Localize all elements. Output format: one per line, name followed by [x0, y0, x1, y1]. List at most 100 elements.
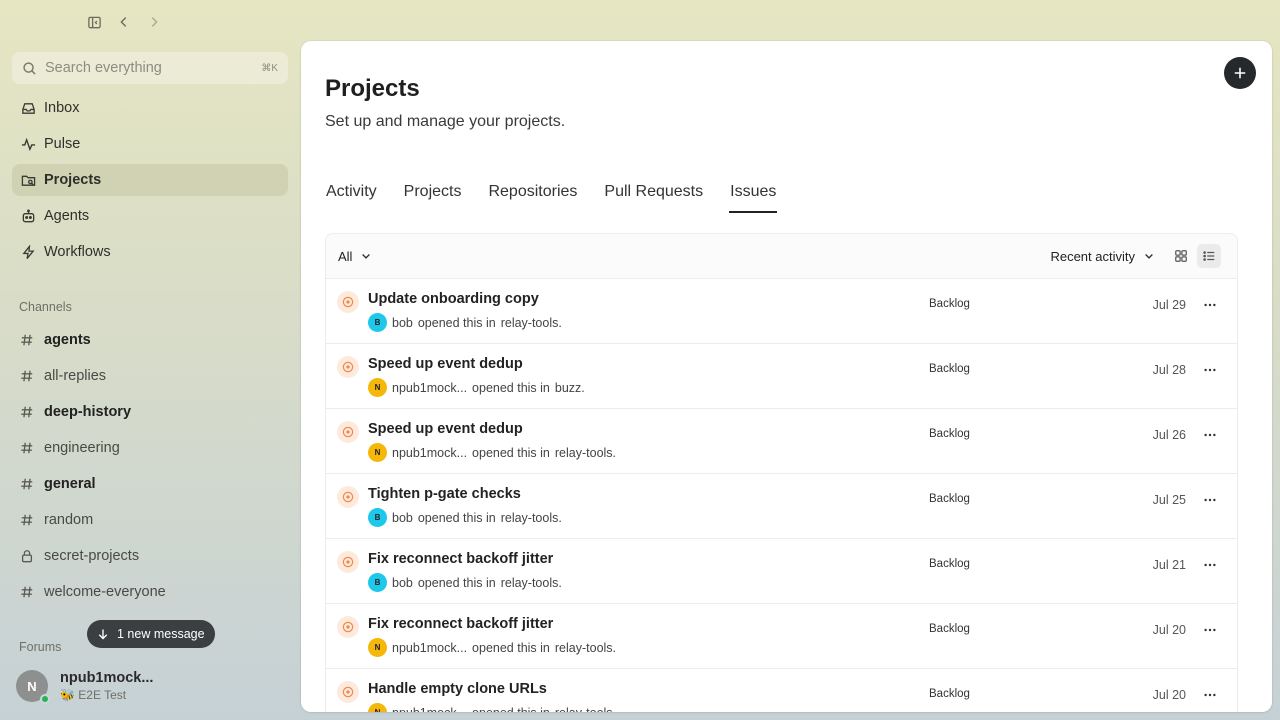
status-badge: Backlog	[929, 493, 970, 505]
issue-date: Jul 21	[1152, 558, 1186, 572]
inbox-icon	[20, 100, 36, 116]
issue-date: Jul 28	[1152, 363, 1186, 377]
user-name: npub1mock...	[60, 670, 154, 686]
channel-item-welcome-everyone[interactable]: welcome-everyone	[12, 576, 288, 608]
issue-author: npub1mock...	[392, 445, 468, 460]
sidebar-item-inbox[interactable]: Inbox	[12, 92, 288, 124]
search-input[interactable]: Search everything ⌘K	[12, 52, 288, 84]
tab-projects[interactable]: Projects	[403, 181, 463, 213]
channel-item-agents[interactable]: agents	[12, 324, 288, 356]
user-profile[interactable]: N npub1mock... 🐝 E2E Test	[16, 670, 154, 704]
issue-open-icon	[337, 616, 359, 638]
sidebar-item-workflows[interactable]: Workflows	[12, 236, 288, 268]
issue-title[interactable]: Tighten p-gate checks	[368, 486, 521, 502]
more-icon[interactable]	[1201, 362, 1219, 378]
sort-label: Recent activity	[1050, 248, 1135, 264]
avatar: N	[368, 638, 387, 657]
folder-icon	[20, 172, 36, 188]
hash-icon	[20, 585, 34, 599]
channel-item-secret-projects[interactable]: secret-projects	[12, 540, 288, 572]
channel-item-random[interactable]: random	[12, 504, 288, 536]
channel-name: agents	[44, 332, 91, 348]
page-subtitle: Set up and manage your projects.	[325, 113, 566, 130]
issue-title[interactable]: Handle empty clone URLs	[368, 681, 547, 697]
issue-title[interactable]: Update onboarding copy	[368, 291, 539, 307]
more-icon[interactable]	[1201, 427, 1219, 443]
issue-repo: relay-tools.	[500, 575, 562, 590]
channel-item-all-replies[interactable]: all-replies	[12, 360, 288, 392]
hash-icon	[20, 369, 34, 383]
filter-dropdown[interactable]: All	[338, 249, 372, 264]
channel-name: welcome-everyone	[44, 584, 166, 600]
issue-rows: Update onboarding copy Bbob opened this in…	[326, 279, 1237, 712]
user-status: 🐝 E2E Test	[60, 688, 127, 702]
channel-list: agents all-replies deep-history engineering…	[12, 324, 288, 612]
tab-issues[interactable]: Issues	[729, 181, 778, 213]
issue-title[interactable]: Fix reconnect backoff jitter	[368, 551, 553, 567]
new-message-pill[interactable]: 1 new message	[87, 620, 215, 648]
channel-name: general	[44, 476, 96, 492]
main-nav: Inbox Pulse Projects Agents Workflows	[12, 92, 288, 272]
issue-repo: relay-tools.	[500, 315, 562, 330]
channel-item-deep-history[interactable]: deep-history	[12, 396, 288, 428]
channels-heading: Channels	[19, 300, 72, 314]
table-row[interactable]: Speed up event dedup Nnpub1mock... opened …	[326, 409, 1237, 474]
opened-in-text: opened this in	[417, 510, 496, 525]
more-icon[interactable]	[1201, 557, 1219, 573]
sidebar-item-label: Projects	[44, 172, 102, 188]
chevron-down-icon	[362, 254, 371, 259]
hash-icon	[20, 441, 34, 455]
tab-repositories[interactable]: Repositories	[487, 181, 578, 213]
issues-list: All Recent activity Update onboarding co…	[325, 233, 1238, 712]
status-badge: Backlog	[929, 623, 970, 635]
tab-bar: Activity Projects Repositories Pull Request…	[325, 181, 802, 213]
more-icon[interactable]	[1201, 687, 1219, 703]
issue-meta: Nnpub1mock... opened this in relay-tools.	[368, 443, 616, 462]
issue-meta: Bbob opened this in relay-tools.	[368, 573, 562, 592]
opened-in-text: opened this in	[417, 575, 496, 590]
grid-view-button[interactable]	[1169, 244, 1193, 268]
issue-title[interactable]: Fix reconnect backoff jitter	[368, 616, 553, 632]
issue-title[interactable]: Speed up event dedup	[368, 356, 523, 372]
sidebar-item-projects[interactable]: Projects	[12, 164, 288, 196]
bot-icon	[20, 208, 36, 224]
opened-in-text: opened this in	[472, 640, 550, 655]
list-view-button[interactable]	[1197, 244, 1221, 268]
more-icon[interactable]	[1201, 622, 1219, 638]
tab-activity[interactable]: Activity	[325, 181, 378, 213]
channel-name: engineering	[44, 440, 120, 456]
status-badge: Backlog	[929, 428, 970, 440]
plus-icon	[1234, 67, 1246, 79]
hash-icon	[20, 477, 34, 491]
opened-in-text: opened this in	[472, 380, 550, 395]
table-row[interactable]: Update onboarding copy Bbob opened this in…	[326, 279, 1237, 344]
page-title: Projects	[325, 75, 420, 102]
view-toggle	[1169, 244, 1221, 268]
table-row[interactable]: Fix reconnect backoff jitter Bbob opened t…	[326, 539, 1237, 604]
tab-pull-requests[interactable]: Pull Requests	[603, 181, 704, 213]
more-icon[interactable]	[1201, 297, 1219, 313]
avatar: B	[368, 313, 387, 332]
table-row[interactable]: Speed up event dedup Nnpub1mock... opened …	[326, 344, 1237, 409]
channel-name: random	[44, 512, 94, 528]
sort-dropdown[interactable]: Recent activity	[1050, 249, 1155, 264]
issue-date: Jul 29	[1152, 298, 1186, 312]
opened-in-text: opened this in	[472, 706, 550, 713]
table-row[interactable]: Fix reconnect backoff jitter Nnpub1mock..…	[326, 604, 1237, 669]
opened-in-text: opened this in	[417, 315, 496, 330]
table-row[interactable]: Tighten p-gate checks Bbob opened this in r…	[326, 474, 1237, 539]
issue-title[interactable]: Speed up event dedup	[368, 421, 523, 437]
add-button[interactable]	[1224, 57, 1256, 89]
sidebar-item-pulse[interactable]: Pulse	[12, 128, 288, 160]
pulse-icon	[20, 136, 36, 152]
issue-author: bob	[392, 510, 413, 525]
channel-name: all-replies	[44, 368, 107, 384]
issue-open-icon	[337, 421, 359, 443]
sidebar-item-agents[interactable]: Agents	[12, 200, 288, 232]
channel-item-general[interactable]: general	[12, 468, 288, 500]
more-icon[interactable]	[1201, 492, 1219, 508]
filter-label: All	[338, 248, 353, 264]
opened-in-text: opened this in	[472, 445, 550, 460]
channel-item-engineering[interactable]: engineering	[12, 432, 288, 464]
table-row[interactable]: Handle empty clone URLs Nnpub1mock... open…	[326, 669, 1237, 712]
